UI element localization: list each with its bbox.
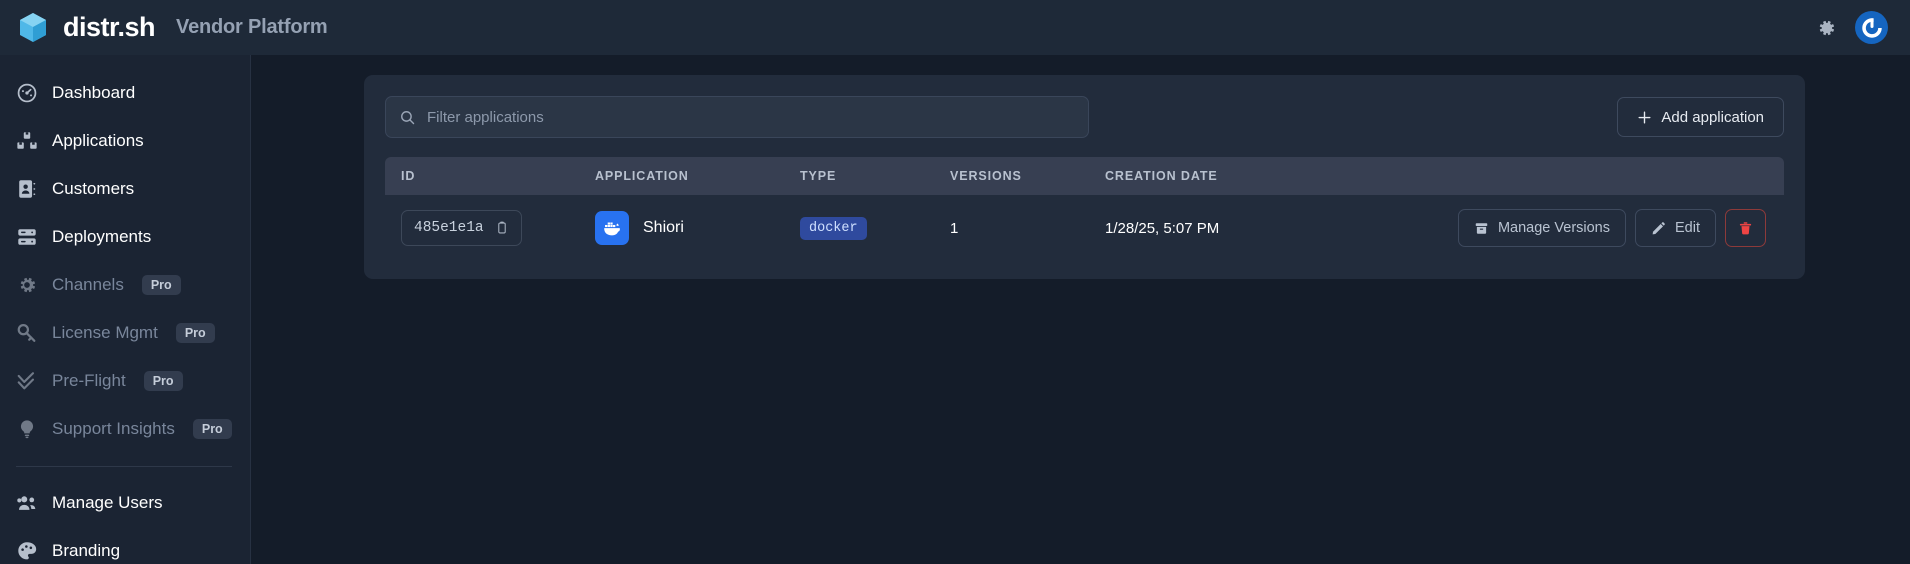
pencil-icon xyxy=(1652,221,1665,234)
table-body: 485e1e1a Shiori docker 1 1/28/25, 5:07 P… xyxy=(385,195,1784,261)
lightbulb-icon xyxy=(20,420,34,439)
edit-label: Edit xyxy=(1675,220,1700,236)
add-application-label: Add application xyxy=(1661,108,1764,126)
type-badge: docker xyxy=(800,216,867,240)
search-input[interactable] xyxy=(427,108,1075,126)
sidebar-item-label: Deployments xyxy=(52,227,152,246)
search-icon xyxy=(401,110,415,124)
manage-versions-label: Manage Versions xyxy=(1497,220,1610,236)
plus-icon xyxy=(1638,111,1651,123)
id-copy-chip[interactable]: 485e1e1a xyxy=(401,210,522,246)
boxes-icon xyxy=(17,132,37,149)
manage-versions-button[interactable]: Manage Versions xyxy=(1457,209,1626,247)
cell-id: 485e1e1a xyxy=(385,195,595,261)
column-header-application: APPLICATION xyxy=(595,169,689,183)
avatar[interactable] xyxy=(1855,11,1888,44)
sidebar-item-deployments[interactable]: Deployments xyxy=(0,213,250,261)
docker-icon xyxy=(595,211,629,245)
sidebar-item-channels[interactable]: Channels Pro xyxy=(0,261,250,309)
key-icon xyxy=(17,324,36,342)
cell-creation-date: 1/28/25, 5:07 PM xyxy=(1105,219,1220,237)
column-header-type: TYPE xyxy=(800,169,837,183)
server-icon xyxy=(18,229,36,245)
cell-versions: 1 xyxy=(950,219,959,237)
column-header-id: ID xyxy=(401,169,416,183)
filter-applications-field[interactable] xyxy=(385,96,1089,138)
delete-button[interactable] xyxy=(1725,209,1766,247)
row-actions: Manage Versions Edit xyxy=(1457,209,1766,247)
top-right-controls xyxy=(1815,11,1888,44)
docker-whale-glyph xyxy=(602,222,620,236)
edit-button[interactable]: Edit xyxy=(1635,209,1716,247)
brand-subtitle: Vendor Platform xyxy=(176,16,328,38)
brand-name: distr.sh xyxy=(63,12,156,42)
sidebar-item-label: License Mgmt xyxy=(52,323,158,342)
sidebar-item-manage-users[interactable]: Manage Users xyxy=(0,479,250,527)
cell-application: Shiori xyxy=(595,195,800,261)
column-header-versions: VERSIONS xyxy=(950,169,1022,183)
main-content: Add application ID APPLICATION TYPE VERS… xyxy=(251,55,1910,564)
gear-icon xyxy=(20,277,36,293)
application-cell: Shiori xyxy=(595,211,800,245)
table-header-row: ID APPLICATION TYPE VERSIONS CREATION DA… xyxy=(385,157,1784,195)
sidebar-item-label: Branding xyxy=(52,541,121,560)
sidebar-item-label: Dashboard xyxy=(52,83,136,102)
table-header: ID APPLICATION TYPE VERSIONS CREATION DA… xyxy=(385,157,1784,195)
cube-icon xyxy=(20,12,46,42)
sidebar-item-pre-flight[interactable]: Pre-Flight Pro xyxy=(0,357,250,405)
id-value: 485e1e1a xyxy=(414,220,484,236)
sidebar-item-label: Pre-Flight xyxy=(52,371,126,390)
sidebar-item-license-mgmt[interactable]: License Mgmt Pro xyxy=(0,309,250,357)
column-header-actions xyxy=(1365,157,1784,195)
user-avatar-logo xyxy=(1861,17,1882,38)
sidebar-item-label: Support Insights xyxy=(52,419,175,438)
sidebar-item-support-insights[interactable]: Support Insights Pro xyxy=(0,405,250,453)
application-name: Shiori xyxy=(643,219,684,236)
contact-card-icon xyxy=(19,180,36,198)
trash-icon xyxy=(1739,221,1752,234)
table-row: 485e1e1a Shiori docker 1 1/28/25, 5:07 P… xyxy=(385,195,1784,261)
sidebar-navigation: Dashboard Applications Customers Deploym… xyxy=(0,55,251,564)
sidebar-item-applications[interactable]: Applications xyxy=(0,117,250,165)
pro-badge: Pro xyxy=(143,371,183,391)
sidebar-item-branding[interactable]: Branding xyxy=(0,527,250,564)
cell-actions: Manage Versions Edit xyxy=(1365,195,1784,261)
sidebar-item-label: Manage Users xyxy=(52,493,163,512)
sidebar-divider xyxy=(16,466,232,467)
add-application-button[interactable]: Add application xyxy=(1617,97,1784,137)
archive-icon xyxy=(1475,222,1488,234)
double-check-icon xyxy=(17,372,35,390)
pro-badge: Pro xyxy=(192,419,232,439)
gauge-icon xyxy=(17,83,37,103)
pro-badge: Pro xyxy=(141,275,181,295)
pro-badge: Pro xyxy=(175,323,215,343)
sidebar-item-label: Channels xyxy=(52,275,124,294)
sidebar-item-dashboard[interactable]: Dashboard xyxy=(0,69,250,117)
palette-icon xyxy=(18,542,37,560)
applications-table: ID APPLICATION TYPE VERSIONS CREATION DA… xyxy=(385,157,1784,261)
sidebar-item-label: Applications xyxy=(52,131,144,150)
applications-toolbar: Add application xyxy=(385,96,1784,138)
applications-card: Add application ID APPLICATION TYPE VERS… xyxy=(364,75,1805,279)
copy-icon xyxy=(497,221,506,234)
column-header-creation-date: CREATION DATE xyxy=(1105,169,1218,183)
users-icon xyxy=(17,496,36,510)
cell-type: docker xyxy=(800,195,950,261)
sidebar-item-label: Customers xyxy=(52,179,135,198)
page-layout: Dashboard Applications Customers Deploym… xyxy=(0,55,1910,564)
gear-icon[interactable] xyxy=(1815,17,1837,39)
sidebar-item-customers[interactable]: Customers xyxy=(0,165,250,213)
top-header-bar: distr.sh Vendor Platform xyxy=(0,0,1910,55)
brand-logo-group[interactable]: distr.sh Vendor Platform xyxy=(14,9,328,47)
